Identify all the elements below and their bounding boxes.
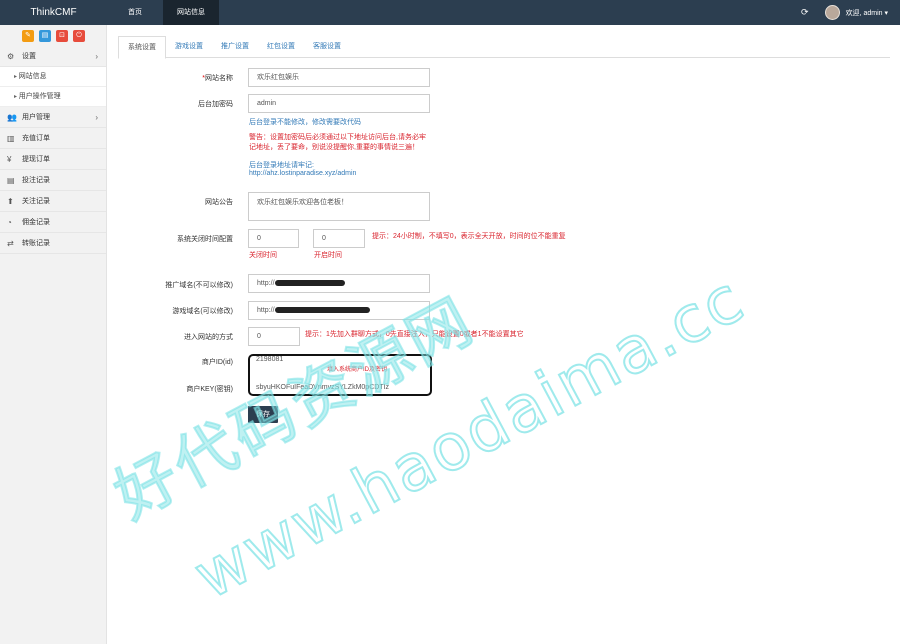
merchant-key-label: 商户KEY(密钥) [186,386,233,393]
sidebar-item-site-info[interactable]: 网站信息 [0,67,106,87]
user-icon: ⬆ [7,197,14,206]
merchant-id-label: 商户ID(id) [201,359,233,366]
quick-power-button[interactable]: ⏻ [73,30,85,42]
entry-mode-label: 进入网站的方式 [184,334,233,341]
sidebar-item-recharge[interactable]: ▥ 充值订单 [0,128,106,149]
user-menu[interactable]: 欢迎, admin ▾ [846,8,888,18]
merchant-id-field[interactable]: 2198081 [256,356,283,363]
open-time-caption: 开启时间 [314,252,342,259]
admin-password-label: 后台加密码 [198,101,233,108]
sidebar-item-follow[interactable]: ⬆ 关注记录 [0,191,106,212]
user-area: ⟳ 欢迎, admin ▾ [801,0,888,25]
promo-domain-field[interactable]: http:// [248,274,430,293]
merchant-overlay-note: 填入系统商户ID及密钥 [326,367,387,373]
sidebar: ✎ ▤ ⊡ ⏻ ⚙ 设置 › 网站信息 用户操作管理 👥 用户管理 › ▥ 充值… [0,25,107,644]
nav-site-info[interactable]: 网站信息 [163,0,219,25]
nav-home[interactable]: 首页 [107,0,163,25]
chevron-right-icon: › [95,113,98,122]
tab-promo[interactable]: 推广设置 [212,36,258,58]
chevron-right-icon: › [95,52,98,61]
admin-password-field[interactable]: admin [248,94,430,113]
sidebar-item-transfer[interactable]: ⇄ 转账记录 [0,233,106,254]
sidebar-item-user-ops[interactable]: 用户操作管理 [0,87,106,107]
users-icon: 👥 [7,113,17,122]
sidebar-item-users[interactable]: 👥 用户管理 › [0,107,106,128]
top-nav: 首页 网站信息 [107,0,219,25]
watermark: 好代码资源网 www.haodaima.cc [102,261,758,615]
redaction-mark [274,307,370,314]
game-domain-field[interactable]: http:// [248,301,430,320]
promo-domain-label: 推广域名(不可以修改) [165,282,233,289]
quick-doc-button[interactable]: ▤ [39,30,51,42]
close-time-hint: 提示：24小时制，不填写0，表示全天开放，时间的位不能重复 [372,233,566,240]
site-name-field[interactable]: 欢乐红包娱乐 [248,68,430,87]
game-domain-label: 游戏域名(可以修改) [172,308,233,315]
admin-password-help: 后台登录不能修改，修改需要改代码 [249,119,361,126]
sidebar-item-settings[interactable]: ⚙ 设置 › [0,46,106,67]
redaction-mark [274,280,345,287]
tab-system[interactable]: 系统设置 [118,36,166,59]
list-icon: ▤ [7,176,15,185]
top-navbar: ThinkCMF 首页 网站信息 ⟳ 欢迎, admin ▾ [0,0,900,25]
close-time-field[interactable]: 0 [248,229,299,248]
notice-textarea[interactable]: 欢乐红包娱乐欢迎各位老板！ [248,192,430,221]
tab-service[interactable]: 客服设置 [304,36,350,58]
close-time-caption: 关闭时间 [249,252,277,259]
notice-label: 网站公告 [205,199,233,206]
settings-tabs: 系统设置 游戏设置 推广设置 红包设置 客服设置 [118,36,890,59]
sidebar-item-commission[interactable]: ◔ 佣金记录 [0,212,106,233]
watermark-cn-text: 好代码资源网 [103,283,487,533]
quick-buttons: ✎ ▤ ⊡ ⏻ [0,25,106,42]
entry-mode-field[interactable]: 0 [248,327,300,346]
refresh-icon[interactable]: ⟳ [801,7,809,18]
quick-edit-button[interactable]: ✎ [22,30,34,42]
sidebar-item-withdraw[interactable]: ¥ 提现订单 [0,149,106,170]
entry-mode-hint: 提示：1先加入群聊方式，0先直接注入，只能设置0或者1不能设置其它 [305,331,524,338]
yen-icon: ¥ [7,155,12,164]
open-time-field[interactable]: 0 [313,229,365,248]
sidebar-item-bets[interactable]: ▤ 投注记录 [0,170,106,191]
admin-address-label: 后台登录地址请牢记: [249,162,314,169]
brand-logo[interactable]: ThinkCMF [0,0,107,25]
close-time-label: 系统关闭时间配置 [177,236,233,243]
admin-password-warning: 警告：设置加密码后必须通过以下地址访问后台,请务必牢记地址，丢了要命，别说没提醒… [249,134,426,151]
site-name-label: *网站名称 [202,75,233,82]
tab-redpacket[interactable]: 红包设置 [258,36,304,58]
pie-icon: ◔ [7,218,12,227]
save-button[interactable]: 保存 [248,406,278,423]
merchant-key-field[interactable]: sbyuHKOFuIFeaDVnmvzSYLZkM0pCDTIz [256,384,389,391]
admin-address-link[interactable]: http://ahz.lostinparadise.xyz/admin [249,170,356,177]
tab-game[interactable]: 游戏设置 [166,36,212,58]
gears-icon: ⚙ [7,52,15,61]
chart-icon: ▥ [7,134,15,143]
avatar[interactable] [824,5,840,20]
quick-clear-button[interactable]: ⊡ [56,30,68,42]
exchange-icon: ⇄ [7,239,14,248]
